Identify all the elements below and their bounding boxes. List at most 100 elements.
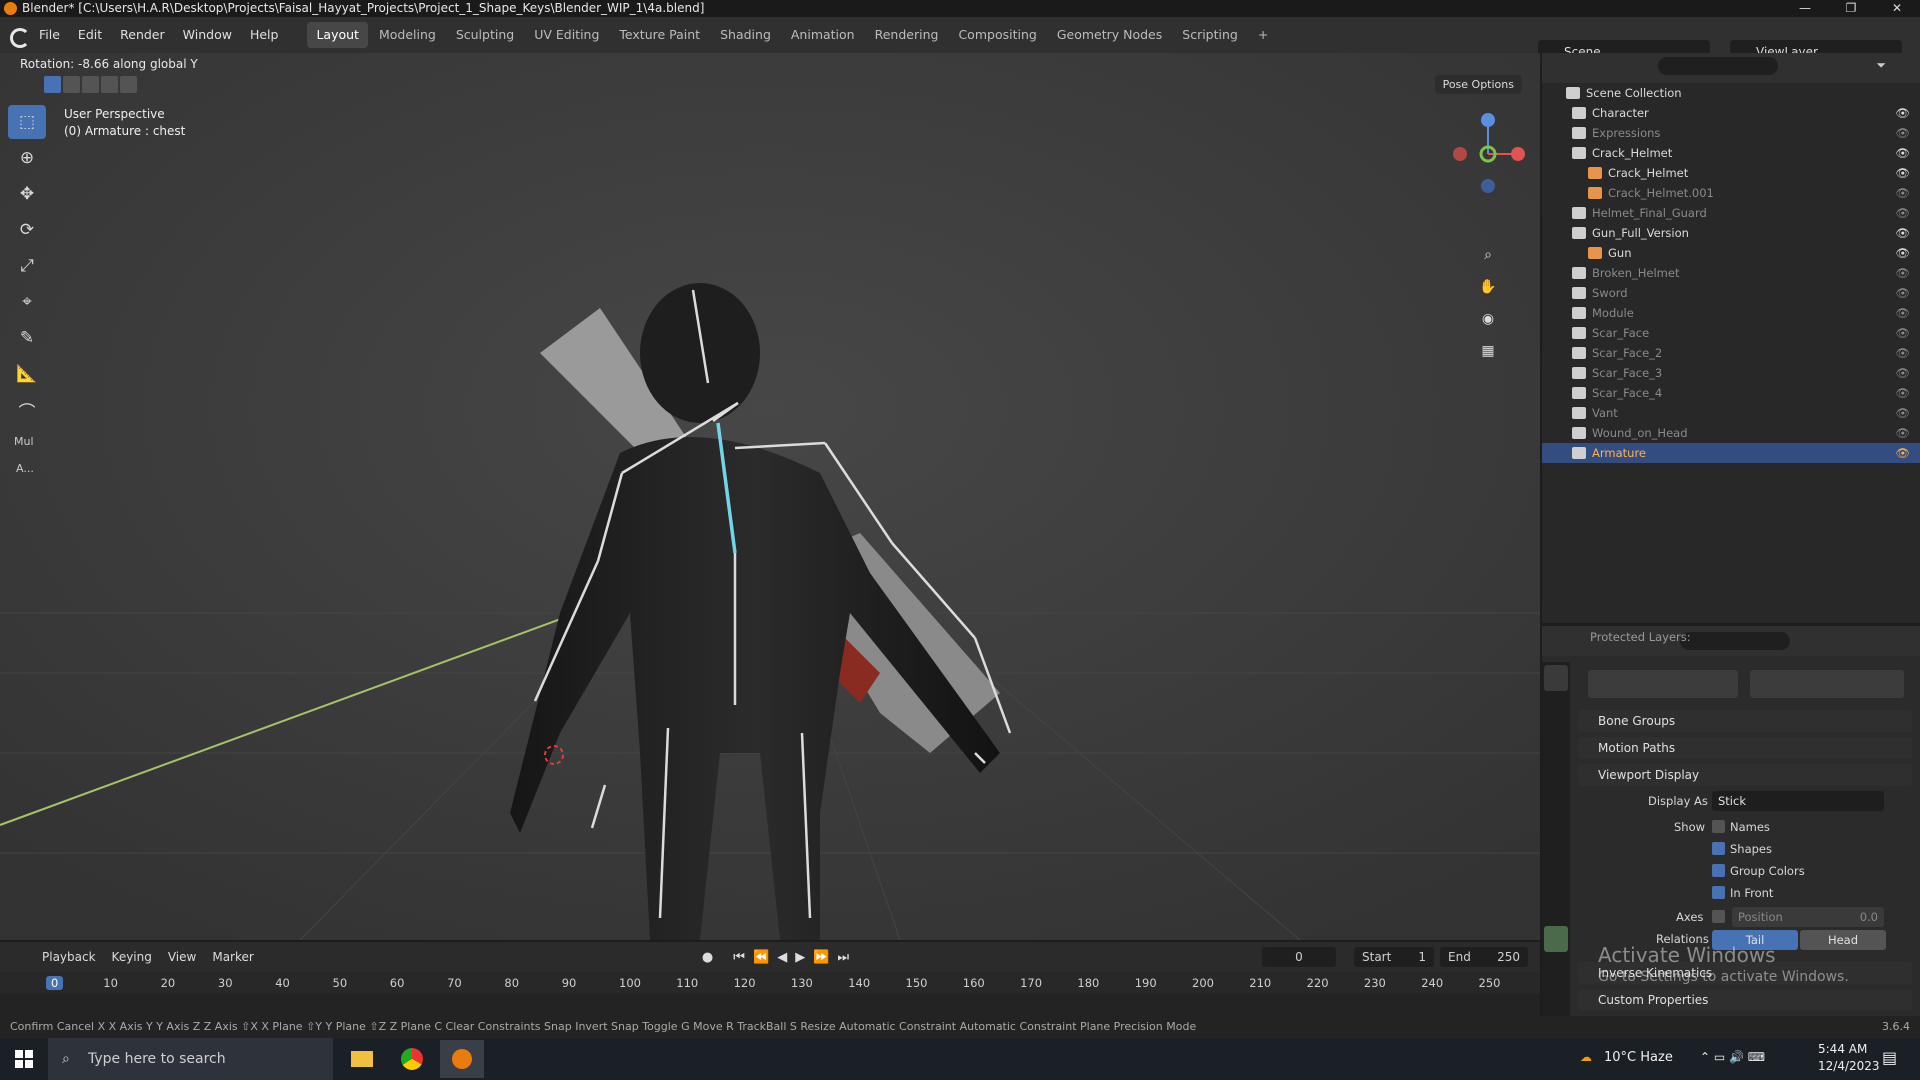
outliner-item[interactable]: Gun_Full_Version 👁 [1542,223,1920,243]
3d-viewport[interactable]: Rotation: -8.66 along global Y User Pers… [0,53,1540,940]
outliner-item[interactable]: Character 👁 [1542,103,1920,123]
tab-shading[interactable]: Shading [711,22,780,48]
outliner-item[interactable]: Wound_on_Head 👁 [1542,423,1920,443]
visibility-eye-icon[interactable]: 👁 [1895,246,1910,260]
outliner-item[interactable]: Scar_Face_3 👁 [1542,363,1920,383]
navigation-gizmo[interactable]: ⌕ ✋ ◉ ▦ [1440,106,1540,359]
visibility-eye-icon[interactable]: 👁 [1895,346,1910,360]
axis-gizmo-icon[interactable] [1440,106,1540,216]
transform-icon[interactable]: ⌖ [8,285,46,319]
select-box-icon[interactable]: ⬚ [8,105,46,139]
outliner-search-input[interactable] [1658,57,1778,75]
section-motion-paths[interactable]: Motion Paths [1578,737,1912,759]
tab-uv-editing[interactable]: UV Editing [525,22,608,48]
visibility-eye-icon[interactable]: 👁 [1895,166,1910,180]
playback-menu[interactable]: Playback [34,950,104,964]
modifiers-tab-icon[interactable] [1544,868,1568,894]
cursor-icon[interactable]: ⊕ [8,141,46,175]
bone-constraints-tab-icon[interactable] [1544,984,1568,1010]
taskbar-search-input[interactable]: ⌕ Type here to search [48,1038,333,1080]
timeline-editor[interactable]: Playback Keying View Marker ● ⏮⏪◀▶⏩⏭ 0 S… [0,942,1540,1026]
sidebar-label-mul[interactable]: Mul [14,435,48,448]
file-explorer-icon[interactable] [340,1040,384,1078]
tab-geometry-nodes[interactable]: Geometry Nodes [1048,22,1171,48]
render-tab-icon[interactable] [1544,694,1568,720]
axes-checkbox[interactable] [1712,910,1725,923]
outliner-item[interactable]: Crack_Helmet 👁 [1542,143,1920,163]
menu-window[interactable]: Window [174,17,241,53]
visibility-eye-icon[interactable]: 👁 [1895,366,1910,380]
visibility-eye-icon[interactable]: 👁 [1895,146,1910,160]
layer-grid-left[interactable] [1588,670,1738,698]
select-new-icon[interactable] [44,76,61,93]
marker-menu[interactable]: Marker [204,950,261,964]
outliner-item[interactable]: Crack_Helmet.001 👁 [1542,183,1920,203]
outliner-item[interactable]: Armature 👁 [1542,443,1920,463]
menu-render[interactable]: Render [111,17,174,53]
zoom-icon[interactable]: ⌕ [1474,241,1502,269]
select-subtract-icon[interactable] [82,76,99,93]
select-intersect-icon[interactable] [120,76,137,93]
bone-envelope-icon[interactable]: ⌒ [8,393,46,427]
outliner-item[interactable]: Gun 👁 [1542,243,1920,263]
visibility-eye-icon[interactable]: 👁 [1895,286,1910,300]
outliner-item[interactable]: Helmet_Final_Guard 👁 [1542,203,1920,223]
playback-controls[interactable]: ● ⏮⏪◀▶⏩⏭ [702,950,857,965]
output-tab-icon[interactable] [1544,723,1568,749]
weather-text[interactable]: 10°C Haze [1604,1050,1673,1065]
clock-date[interactable]: 12/4/2023 [1818,1059,1880,1073]
display-as-dropdown[interactable]: Stick [1712,791,1884,811]
visibility-eye-icon[interactable]: 👁 [1895,266,1910,280]
layer-grid-right[interactable] [1750,670,1904,698]
rotate-icon[interactable]: ⟳ [8,213,46,247]
visibility-eye-icon[interactable]: 👁 [1895,126,1910,140]
start-frame-field[interactable]: Start 1 [1354,947,1434,967]
windows-start-icon[interactable] [2,1040,46,1078]
blender-menu-icon[interactable] [0,17,30,53]
visibility-eye-icon[interactable]: 👁 [1895,226,1910,240]
add-workspace-button[interactable]: + [1249,22,1277,48]
group-colors-checkbox[interactable] [1712,864,1725,877]
axes-position-field[interactable]: Position 0.0 [1732,907,1884,927]
perspective-grid-icon[interactable]: ▦ [1474,337,1502,365]
names-checkbox[interactable] [1712,820,1725,833]
tab-layout[interactable]: Layout [307,22,368,48]
outliner-item[interactable]: Vant 👁 [1542,403,1920,423]
visibility-eye-icon[interactable]: 👁 [1895,406,1910,420]
notification-icon[interactable]: ▤ [1882,1048,1897,1067]
visibility-eye-icon[interactable]: 👁 [1895,446,1910,460]
outliner-item[interactable]: Scar_Face 👁 [1542,323,1920,343]
maximize-icon[interactable]: ❐ [1828,0,1874,17]
camera-view-icon[interactable]: ◉ [1474,305,1502,333]
annotate-icon[interactable]: ✎ [8,321,46,355]
outliner-item[interactable]: Module 👁 [1542,303,1920,323]
visibility-eye-icon[interactable]: 👁 [1895,306,1910,320]
view-menu[interactable]: View [160,950,204,964]
select-invert-icon[interactable] [101,76,118,93]
visibility-eye-icon[interactable]: 👁 [1895,206,1910,220]
tab-rendering[interactable]: Rendering [866,22,948,48]
tab-animation[interactable]: Animation [782,22,864,48]
section-viewport-display[interactable]: Viewport Display [1578,764,1912,786]
frame-ruler[interactable]: 0 10 20 30 40 50 60 70 80 90 100 110 120 130 140 150 160… [0,972,1540,994]
select-extend-icon[interactable] [63,76,80,93]
tray-icons[interactable]: ⌃ ▭ 🔊 ⌨ [1700,1050,1765,1064]
menu-edit[interactable]: Edit [69,17,111,53]
pan-hand-icon[interactable]: ✋ [1474,273,1502,301]
properties-search-input[interactable] [1680,632,1790,650]
scene-tab-icon[interactable] [1544,781,1568,807]
shapes-checkbox[interactable] [1712,842,1725,855]
menu-help[interactable]: Help [241,17,288,53]
in-front-checkbox[interactable] [1712,886,1725,899]
object-tab-icon[interactable] [1544,839,1568,865]
section-custom-properties[interactable]: Custom Properties [1578,989,1912,1011]
armature-data-tab-icon[interactable] [1544,926,1568,952]
outliner-item[interactable]: Sword 👁 [1542,283,1920,303]
view-layer-tab-icon[interactable] [1544,752,1568,778]
outliner-item[interactable]: Expressions 👁 [1542,123,1920,143]
visibility-eye-icon[interactable]: 👁 [1895,386,1910,400]
tab-sculpting[interactable]: Sculpting [447,22,523,48]
relations-head-button[interactable]: Head [1800,930,1886,950]
outliner-item[interactable]: Broken_Helmet 👁 [1542,263,1920,283]
outliner-item[interactable]: Scar_Face_4 👁 [1542,383,1920,403]
